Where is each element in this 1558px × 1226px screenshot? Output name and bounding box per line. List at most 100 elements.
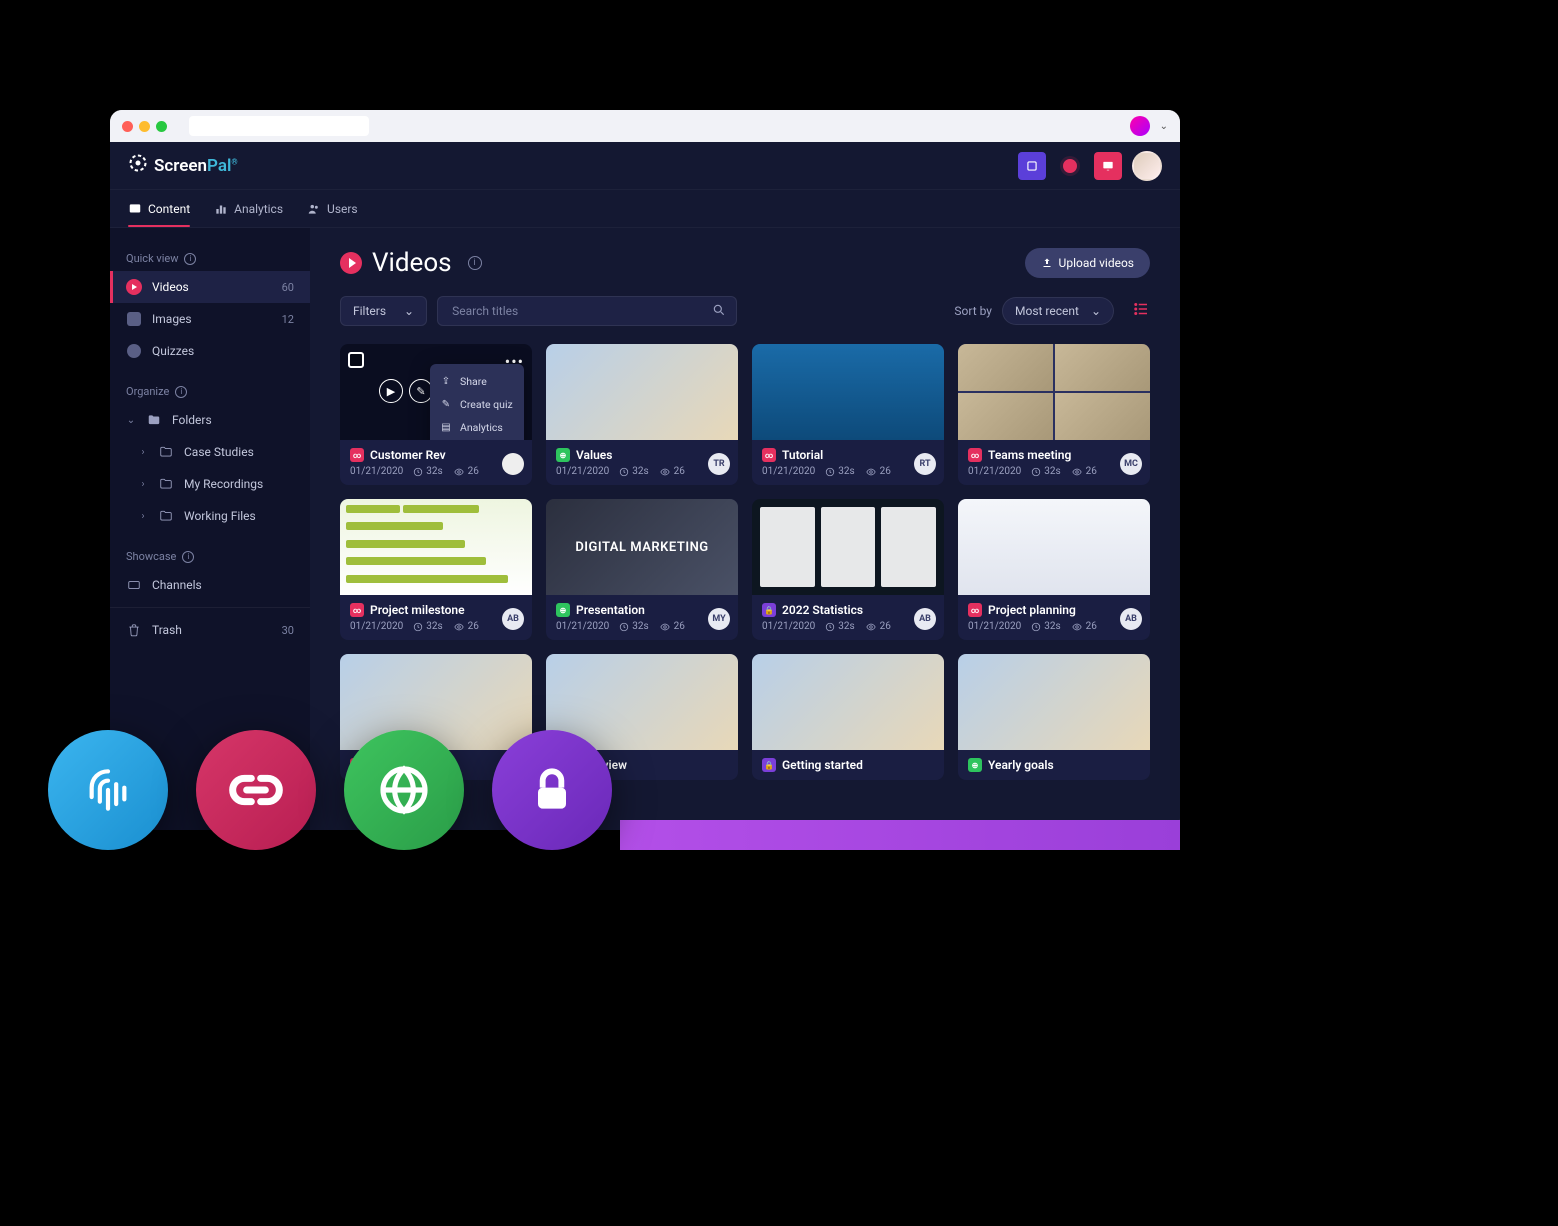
owner-avatar: AB	[502, 608, 524, 630]
sidebar-item-images[interactable]: Images 12	[110, 303, 310, 335]
video-thumbnail[interactable]	[958, 344, 1150, 440]
users-icon	[307, 202, 321, 216]
info-icon[interactable]: i	[182, 551, 194, 563]
card-duration: 32s	[1031, 621, 1060, 632]
lock-badge	[492, 730, 612, 850]
link-badge	[196, 730, 316, 850]
chevron-down-icon[interactable]: ⌄	[1160, 121, 1168, 132]
card-date: 01/21/2020	[762, 466, 815, 477]
video-card[interactable]: ⊕Yearly goals	[958, 654, 1150, 780]
sidebar-item-quizzes[interactable]: Quizzes	[110, 335, 310, 367]
context-menu-item[interactable]: ▤Analytics	[430, 416, 524, 439]
video-card[interactable]: 🔒2022 Statistics01/21/202032s26AB	[752, 499, 944, 640]
sidebar-item-label: Channels	[152, 578, 202, 592]
tab-analytics[interactable]: Analytics	[214, 192, 283, 226]
context-menu-item[interactable]: ✎Create quiz	[430, 393, 524, 416]
menu-item-icon: ▤	[440, 422, 452, 433]
privacy-badge: ∞	[968, 603, 982, 617]
video-card[interactable]: 🔒Getting started	[752, 654, 944, 780]
card-meta: 01/21/202032s26	[350, 466, 522, 477]
card-title: Yearly goals	[988, 758, 1054, 772]
logo[interactable]: ScreenPal®	[128, 153, 238, 178]
owner-avatar	[502, 453, 524, 475]
sidebar-folder-working-files[interactable]: › Working Files	[110, 500, 310, 532]
context-menu-item[interactable]: ⇪Share	[430, 370, 524, 393]
card-views: 26	[659, 466, 685, 477]
capture-icon[interactable]	[1018, 152, 1046, 180]
chevron-down-icon: ⌄	[1091, 304, 1101, 318]
card-title-row: ∞Tutorial	[762, 448, 934, 462]
video-thumbnail[interactable]	[752, 344, 944, 440]
video-thumbnail[interactable]: DIGITAL MARKETING	[546, 499, 738, 595]
card-body: 🔒Getting started	[752, 750, 944, 780]
present-icon[interactable]	[1094, 152, 1122, 180]
privacy-badge: 🔒	[762, 603, 776, 617]
user-avatar[interactable]	[1132, 151, 1162, 181]
sidebar-folder-my-recordings[interactable]: › My Recordings	[110, 468, 310, 500]
sidebar-item-channels[interactable]: Channels	[110, 569, 310, 601]
window-close-dot[interactable]	[122, 121, 133, 132]
info-icon[interactable]: i	[175, 386, 187, 398]
sidebar-item-trash[interactable]: Trash 30	[110, 614, 310, 646]
sidebar-item-label: Videos	[152, 280, 189, 294]
context-menu-item[interactable]: ▣Move	[430, 439, 524, 440]
video-thumbnail[interactable]	[958, 499, 1150, 595]
sidebar-item-videos[interactable]: Videos 60	[110, 271, 310, 303]
filters-dropdown[interactable]: Filters ⌄	[340, 296, 427, 326]
header-actions	[1018, 151, 1162, 181]
info-icon[interactable]: i	[468, 256, 482, 270]
video-card[interactable]: ∞Project planning01/21/202032s26AB	[958, 499, 1150, 640]
video-thumbnail[interactable]: •••▶✎🗐↗⇪Share✎Create quiz▤Analytics▣Move…	[340, 344, 532, 440]
video-thumbnail[interactable]	[752, 654, 944, 750]
card-title-row: ∞Customer Rev	[350, 448, 522, 462]
owner-avatar: TR	[708, 453, 730, 475]
video-grid: •••▶✎🗐↗⇪Share✎Create quiz▤Analytics▣Move…	[340, 344, 1150, 780]
video-card[interactable]: •••▶✎🗐↗⇪Share✎Create quiz▤Analytics▣Move…	[340, 344, 532, 485]
card-date: 01/21/2020	[762, 621, 815, 632]
sidebar-folder-case-studies[interactable]: › Case Studies	[110, 436, 310, 468]
video-card[interactable]: ∞Teams meeting01/21/202032s26MC	[958, 344, 1150, 485]
video-card[interactable]: ∞Tutorial01/21/202032s26RT	[752, 344, 944, 485]
info-icon[interactable]: i	[184, 253, 196, 265]
card-title: Tutorial	[782, 448, 823, 462]
upload-icon	[1041, 257, 1053, 269]
video-thumbnail[interactable]	[958, 654, 1150, 750]
video-thumbnail[interactable]	[340, 499, 532, 595]
card-duration: 32s	[825, 466, 854, 477]
video-card[interactable]: ⊕Values01/21/202032s26TR	[546, 344, 738, 485]
card-views: 26	[453, 621, 479, 632]
play-icon	[340, 252, 362, 274]
card-title-row: ⊕Presentation	[556, 603, 728, 617]
window-min-dot[interactable]	[139, 121, 150, 132]
sort-dropdown[interactable]: Most recent ⌄	[1002, 297, 1114, 325]
card-duration: 32s	[413, 621, 442, 632]
card-views: 26	[1071, 621, 1097, 632]
sidebar-item-folders[interactable]: ⌄ Folders	[110, 404, 310, 436]
card-meta: 01/21/202032s26	[762, 621, 934, 632]
video-thumbnail[interactable]	[752, 499, 944, 595]
window-max-dot[interactable]	[156, 121, 167, 132]
url-bar[interactable]	[189, 116, 369, 136]
tab-users[interactable]: Users	[307, 192, 358, 226]
card-checkbox[interactable]	[348, 352, 364, 368]
video-thumbnail[interactable]	[546, 344, 738, 440]
card-duration: 32s	[413, 466, 442, 477]
menu-item-icon: ✎	[440, 399, 452, 410]
video-card[interactable]: ∞Project milestone01/21/202032s26AB	[340, 499, 532, 640]
search-input[interactable]	[448, 297, 712, 325]
privacy-badge: ⊕	[556, 603, 570, 617]
browser-chrome: ⌄	[110, 110, 1180, 142]
browser-profile-avatar[interactable]	[1130, 116, 1150, 136]
search-icon[interactable]	[712, 302, 726, 321]
card-duration: 32s	[619, 621, 648, 632]
card-title: Getting started	[782, 758, 863, 772]
card-title-row: ∞Teams meeting	[968, 448, 1140, 462]
video-card[interactable]: DIGITAL MARKETING⊕Presentation01/21/2020…	[546, 499, 738, 640]
upload-videos-button[interactable]: Upload videos	[1025, 248, 1150, 278]
owner-avatar: RT	[914, 453, 936, 475]
record-button[interactable]	[1056, 152, 1084, 180]
quick-action[interactable]: ▶	[379, 379, 403, 403]
list-view-toggle[interactable]	[1132, 300, 1150, 323]
sidebar-item-count: 60	[282, 281, 294, 294]
tab-content[interactable]: Content	[128, 192, 190, 226]
